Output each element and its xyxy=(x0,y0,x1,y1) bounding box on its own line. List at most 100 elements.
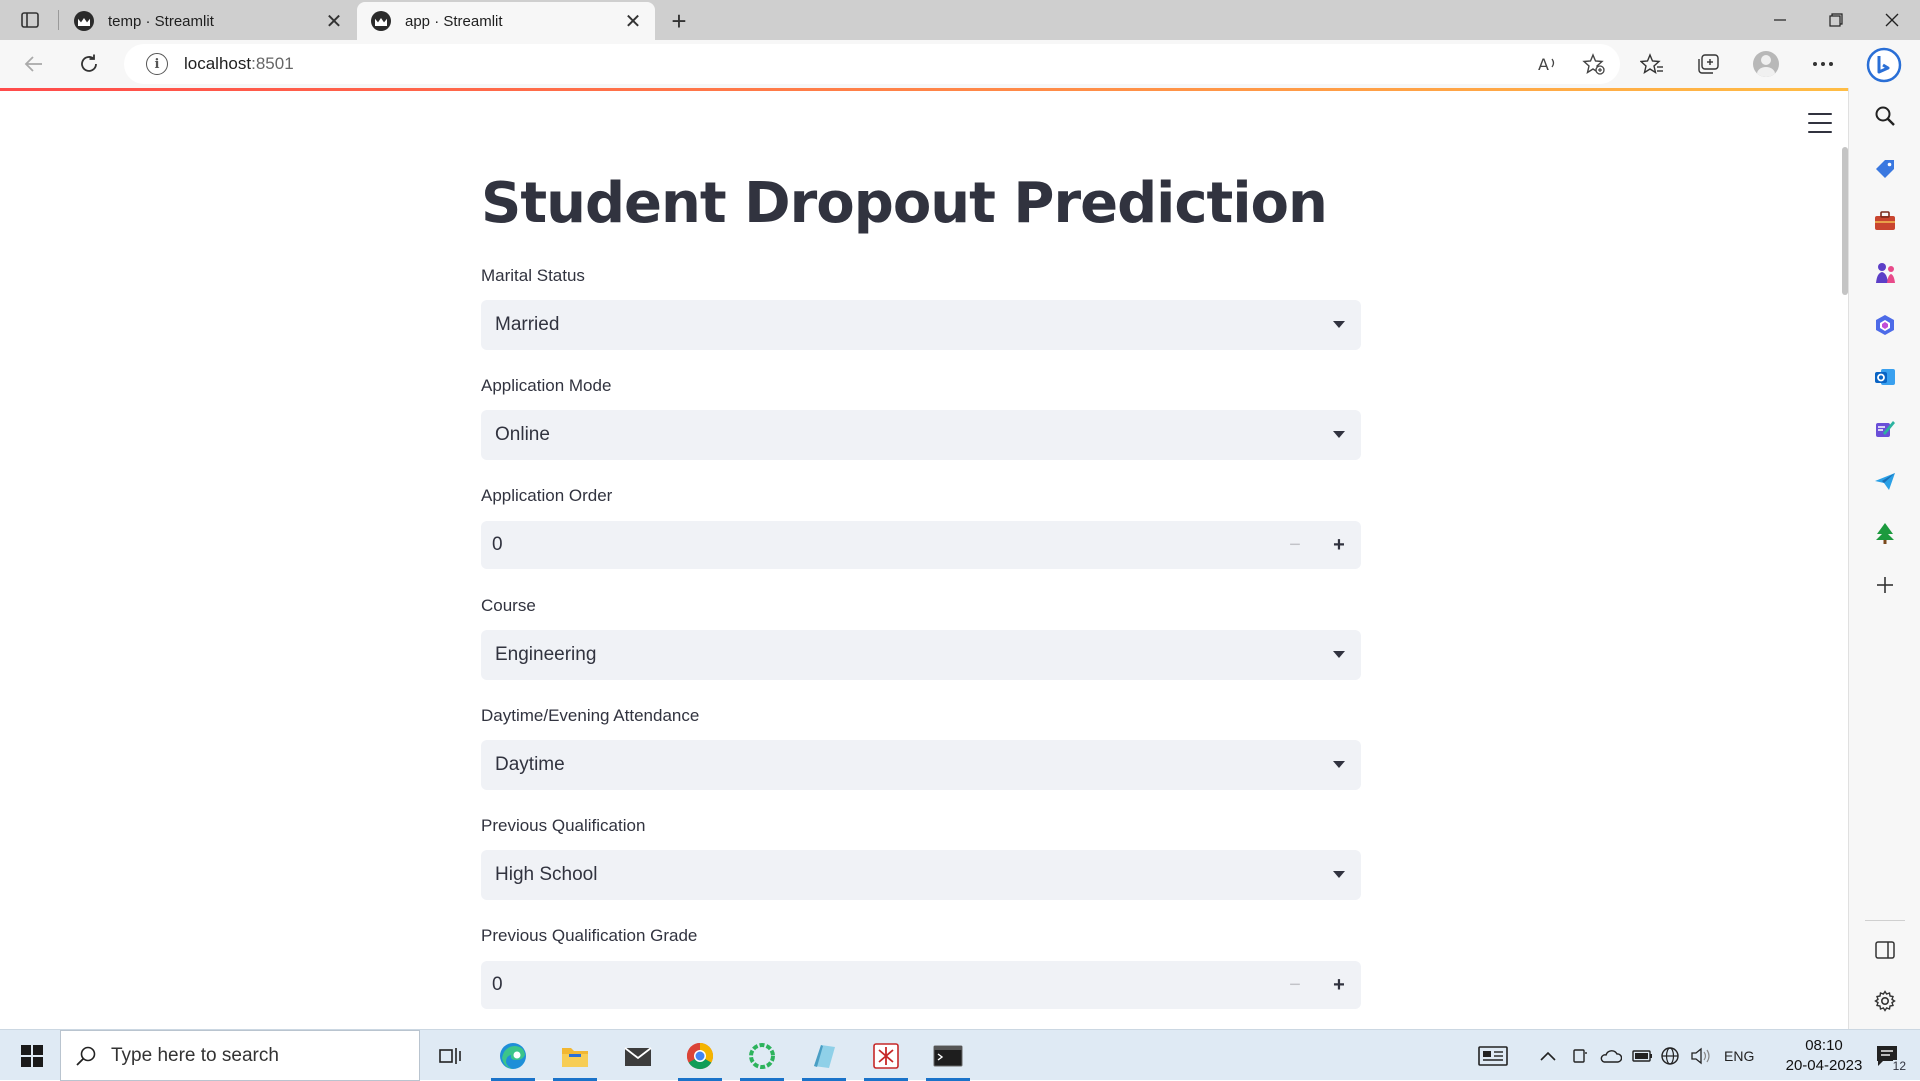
favorites-icon[interactable] xyxy=(1632,46,1672,82)
collections-icon[interactable] xyxy=(1689,46,1729,82)
microsoft-365-icon[interactable] xyxy=(1871,311,1899,339)
marital-status-select[interactable]: Married xyxy=(481,300,1361,350)
previous-qualification-grade-label: Previous Qualification Grade xyxy=(481,926,698,945)
chevron-down-icon xyxy=(1333,651,1345,658)
url-port: :8501 xyxy=(251,54,294,73)
application-order-label: Application Order xyxy=(481,486,613,505)
chevron-up-icon[interactable] xyxy=(1540,1030,1556,1081)
increment-button[interactable]: + xyxy=(1319,521,1359,569)
taskbar-search-placeholder: Type here to search xyxy=(111,1044,279,1066)
mail-icon[interactable] xyxy=(612,1034,664,1078)
url-host: localhost xyxy=(184,54,252,73)
address-bar-actions: A xyxy=(1518,50,1610,78)
application-order-input[interactable]: 0 − + xyxy=(481,521,1361,569)
tab-title: temp · Streamlit xyxy=(108,12,214,30)
close-icon[interactable]: ✕ xyxy=(619,7,647,35)
chevron-down-icon xyxy=(1333,871,1345,878)
tab-temp-streamlit[interactable]: temp · Streamlit ✕ xyxy=(60,2,356,40)
tab-actions-icon[interactable] xyxy=(12,8,48,32)
add-icon[interactable] xyxy=(1871,571,1899,599)
chevron-down-icon xyxy=(1333,431,1345,438)
application-mode-select[interactable]: Online xyxy=(481,410,1361,460)
course-select[interactable]: Engineering xyxy=(481,630,1361,680)
attendance-label: Daytime/Evening Attendance xyxy=(481,706,700,725)
read-aloud-icon[interactable]: A xyxy=(1532,50,1564,78)
tab-app-streamlit[interactable]: app · Streamlit ✕ xyxy=(357,2,655,40)
settings-gear-icon[interactable] xyxy=(1871,987,1899,1015)
application-order-value: 0 xyxy=(492,534,503,555)
clock-date: 20-04-2023 xyxy=(1785,1057,1863,1074)
battery-icon[interactable] xyxy=(1632,1030,1654,1081)
notification-count: 12 xyxy=(1892,1059,1906,1073)
close-window-icon[interactable] xyxy=(1864,0,1920,40)
split-screen-icon[interactable] xyxy=(1871,936,1899,964)
streamlit-app-page: Student Dropout Prediction Marital Statu… xyxy=(0,91,1848,1029)
file-explorer-icon[interactable] xyxy=(549,1034,601,1081)
clock-time: 08:10 xyxy=(1805,1037,1843,1054)
more-options-icon[interactable] xyxy=(1803,46,1843,82)
svg-text:A: A xyxy=(1538,55,1549,74)
device-icon[interactable] xyxy=(1572,1030,1588,1081)
previous-qualification-grade-input[interactable]: 0 − + xyxy=(481,961,1361,1009)
onedrive-cloud-icon[interactable] xyxy=(1600,1030,1622,1081)
volume-icon[interactable] xyxy=(1690,1030,1712,1081)
site-info-icon[interactable]: i xyxy=(146,53,168,75)
shopping-tag-icon[interactable] xyxy=(1871,155,1899,183)
decrement-button[interactable]: − xyxy=(1275,961,1315,1009)
previous-qualification-grade-value: 0 xyxy=(492,974,503,995)
sidebar-divider xyxy=(1865,920,1905,921)
address-bar[interactable]: i localhost:8501 A xyxy=(124,44,1620,84)
bing-copilot-icon[interactable] xyxy=(1864,45,1904,85)
edge-browser-icon[interactable] xyxy=(487,1034,539,1081)
loading-app-icon[interactable] xyxy=(736,1034,788,1081)
new-tab-button[interactable]: + xyxy=(664,6,694,36)
application-mode-label: Application Mode xyxy=(481,376,612,395)
tab-divider xyxy=(58,10,59,30)
window-controls xyxy=(1752,0,1920,40)
attendance-select[interactable]: Daytime xyxy=(481,740,1361,790)
decrement-button[interactable]: − xyxy=(1275,521,1315,569)
toolbar-right-actions xyxy=(1632,46,1860,82)
refresh-icon[interactable] xyxy=(73,48,105,80)
news-widget-icon[interactable] xyxy=(1478,1030,1508,1081)
restore-icon[interactable] xyxy=(1808,0,1864,40)
browser-toolbar: i localhost:8501 A xyxy=(0,40,1920,88)
git-app-icon[interactable] xyxy=(860,1034,912,1081)
main-menu-icon[interactable] xyxy=(1808,113,1832,133)
course-value: Engineering xyxy=(495,644,597,665)
profile-avatar[interactable] xyxy=(1746,46,1786,82)
taskbar-clock[interactable]: 08:10 20-04-2023 xyxy=(1776,1036,1872,1076)
send-icon[interactable] xyxy=(1871,467,1899,495)
course-label: Course xyxy=(481,596,536,615)
tree-icon[interactable] xyxy=(1871,519,1899,547)
windows-taskbar: Type here to search ENG 08:10 20-04-2023… xyxy=(0,1029,1920,1081)
terminal-icon[interactable] xyxy=(922,1034,974,1081)
attendance-value: Daytime xyxy=(495,754,565,775)
task-view-icon[interactable] xyxy=(424,1034,476,1078)
close-icon[interactable]: ✕ xyxy=(320,7,348,35)
games-icon[interactable] xyxy=(1871,259,1899,287)
chrome-icon[interactable] xyxy=(674,1034,726,1081)
marital-status-value: Married xyxy=(495,314,560,335)
add-favorite-icon[interactable] xyxy=(1578,50,1610,78)
outlook-icon[interactable] xyxy=(1871,363,1899,391)
minimize-icon[interactable] xyxy=(1752,0,1808,40)
back-arrow-icon[interactable] xyxy=(18,48,50,80)
windows-start-icon[interactable] xyxy=(8,1040,56,1072)
chevron-down-icon xyxy=(1333,321,1345,328)
search-icon[interactable] xyxy=(1871,102,1899,130)
language-indicator[interactable]: ENG xyxy=(1724,1030,1754,1081)
taskbar-search-input[interactable]: Type here to search xyxy=(60,1030,420,1081)
previous-qualification-select[interactable]: High School xyxy=(481,850,1361,900)
search-icon xyxy=(75,1045,97,1067)
network-globe-icon[interactable] xyxy=(1660,1030,1680,1081)
page-title: Student Dropout Prediction xyxy=(481,171,1328,236)
note-app-icon[interactable] xyxy=(798,1034,850,1081)
notification-center-icon[interactable]: 12 xyxy=(1868,1040,1908,1072)
tools-briefcase-icon[interactable] xyxy=(1871,207,1899,235)
editor-icon[interactable] xyxy=(1871,415,1899,443)
streamlit-favicon-icon xyxy=(74,11,94,31)
increment-button[interactable]: + xyxy=(1319,961,1359,1009)
streamlit-favicon-icon xyxy=(371,11,391,31)
edge-sidebar xyxy=(1848,88,1920,1029)
